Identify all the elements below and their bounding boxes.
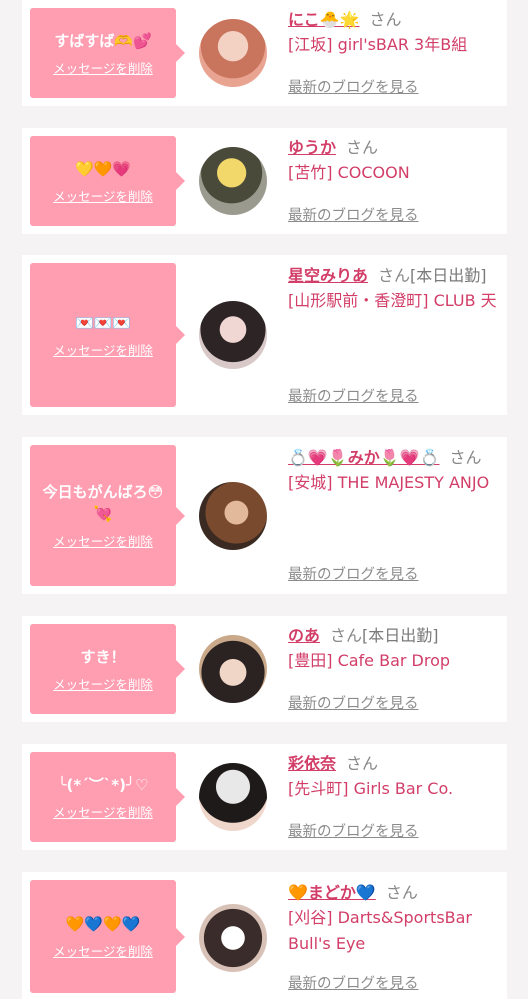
message-card: すばすば🫶💕 メッセージを削除 にこ🐣🌟 さん [江坂] girl'sBAR 3年… [22,0,507,106]
latest-blog-link[interactable]: 最新のブログを見る [288,972,419,993]
message-bubble: 💌💌💌 メッセージを削除 [30,263,185,407]
cast-name-link[interactable]: のあ [288,626,320,645]
shop-name: [安城] THE MAJESTY ANJO [288,473,490,492]
message-card: 🧡💙🧡💙 メッセージを削除 🧡まどか💙 さん [刈谷] Darts&SportsB… [22,872,507,999]
latest-blog-link[interactable]: 最新のブログを見る [288,76,419,97]
latest-blog-link[interactable]: 最新のブログを見る [288,820,419,841]
message-card: ╰(*´︶`*)╯♡ メッセージを削除 彩依奈 さん [先斗町] Girls Ba… [22,744,507,850]
honorific: さん [346,138,379,157]
honorific: さん [385,883,418,902]
delete-message-link[interactable]: メッセージを削除 [53,531,153,550]
honorific: さん [449,448,482,467]
avatar[interactable] [199,147,267,215]
cast-name-link[interactable]: ゆうか [288,138,336,157]
message-bubble: 今日もがんばろ😳💘 メッセージを削除 [30,445,185,586]
cast-info: のあ さん[本日出勤] [豊田] Cafe Bar Drop [288,623,498,674]
delete-message-link[interactable]: メッセージを削除 [53,674,153,693]
cast-info: 🧡まどか💙 さん [刈谷] Darts&SportsBar Bull's Eye [288,880,498,957]
shop-name: [先斗町] Girls Bar Co. [288,779,454,798]
status: [本日出勤] [362,626,439,645]
honorific: さん [346,754,379,773]
message-card: すき！ メッセージを削除 のあ さん[本日出勤] [豊田] Cafe Bar Dr… [22,616,507,722]
message-card: 💌💌💌 メッセージを削除 星空みりあ さん[本日出勤] [山形駅前・香澄町] CL… [22,255,507,415]
message-text: ╰(*´︶`*)╯♡ [57,775,149,794]
cast-info: ゆうか さん [苫竹] COCOON [288,135,498,186]
honorific: さん [369,10,402,29]
avatar[interactable] [199,19,267,87]
message-card: 💛🧡💗 メッセージを削除 ゆうか さん [苫竹] COCOON 最新のブログを見る [22,128,507,234]
message-bubble: すき！ メッセージを削除 [30,624,185,714]
message-text: すばすば🫶💕 [54,31,152,50]
cast-name-link[interactable]: にこ🐣🌟 [288,10,360,29]
delete-message-link[interactable]: メッセージを削除 [53,340,153,359]
message-text: 今日もがんばろ😳💘 [42,483,164,523]
honorific: さん [378,266,411,285]
delete-message-link[interactable]: メッセージを削除 [53,802,153,821]
message-text: 💌💌💌 [74,313,132,332]
message-bubble: すばすば🫶💕 メッセージを削除 [30,8,185,98]
avatar[interactable] [199,482,267,550]
delete-message-link[interactable]: メッセージを削除 [53,186,153,205]
shop-name: [刈谷] Darts&SportsBar Bull's Eye [288,908,473,953]
avatar[interactable] [199,635,267,703]
message-card: 今日もがんばろ😳💘 メッセージを削除 💍💗🌷みか🌷💗💍 さん [安城] THE M… [22,437,507,594]
cast-name-link[interactable]: 💍💗🌷みか🌷💗💍 [288,448,440,467]
avatar[interactable] [199,904,267,972]
cast-name-link[interactable]: 🧡まどか💙 [288,883,376,902]
cast-name-link[interactable]: 星空みりあ [288,266,368,285]
delete-message-link[interactable]: メッセージを削除 [53,58,153,77]
shop-name: [豊田] Cafe Bar Drop [288,651,451,670]
cast-info: 星空みりあ さん[本日出勤] [山形駅前・香澄町] CLUB 天 [288,263,498,314]
cast-info: にこ🐣🌟 さん [江坂] girl'sBAR 3年B組 [288,7,498,58]
honorific: さん [330,626,363,645]
shop-name: [山形駅前・香澄町] CLUB 天 [288,291,497,310]
message-text: すき！ [80,647,126,666]
cast-name-link[interactable]: 彩依奈 [288,754,336,773]
latest-blog-link[interactable]: 最新のブログを見る [288,692,419,713]
avatar[interactable] [199,301,267,369]
cast-info: 彩依奈 さん [先斗町] Girls Bar Co. [288,751,498,802]
message-bubble: 🧡💙🧡💙 メッセージを削除 [30,880,185,993]
shop-name: [江坂] girl'sBAR 3年B組 [288,35,468,54]
message-text: 🧡💙🧡💙 [65,915,141,933]
latest-blog-link[interactable]: 最新のブログを見る [288,204,419,225]
cast-info: 💍💗🌷みか🌷💗💍 さん [安城] THE MAJESTY ANJO [288,445,498,496]
message-bubble: 💛🧡💗 メッセージを削除 [30,136,185,226]
latest-blog-link[interactable]: 最新のブログを見る [288,385,419,406]
latest-blog-link[interactable]: 最新のブログを見る [288,563,419,584]
message-bubble: ╰(*´︶`*)╯♡ メッセージを削除 [30,752,185,842]
status: [本日出勤] [410,266,487,285]
delete-message-link[interactable]: メッセージを削除 [53,941,153,960]
shop-name: [苫竹] COCOON [288,163,410,182]
message-text: 💛🧡💗 [74,159,132,178]
avatar[interactable] [199,763,267,831]
